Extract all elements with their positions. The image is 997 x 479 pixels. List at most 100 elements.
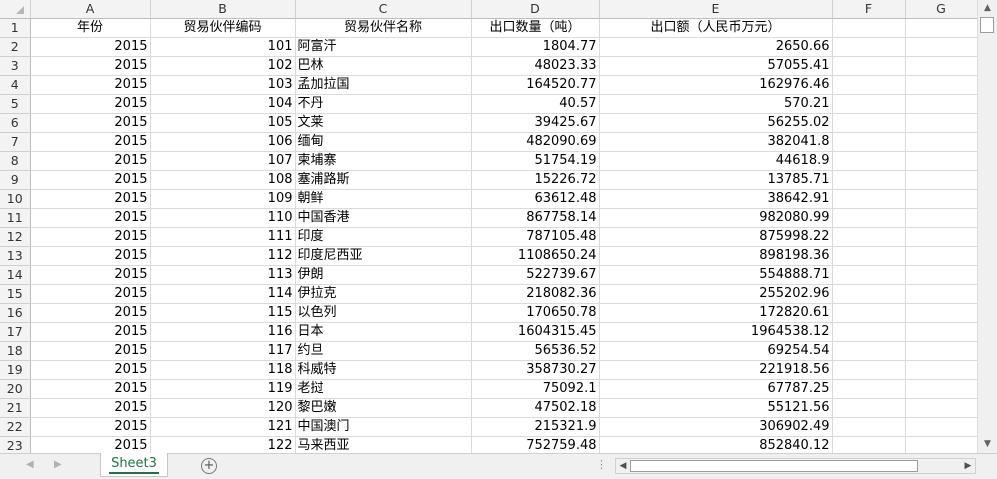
row-header[interactable]: 23 (0, 436, 31, 453)
cell[interactable]: 2015 (30, 56, 151, 76)
scroll-up-arrow-icon[interactable]: ▲ (980, 1, 995, 15)
cell[interactable] (905, 189, 977, 209)
cell[interactable] (832, 341, 906, 361)
cell[interactable]: 2015 (30, 37, 151, 57)
cell[interactable] (905, 151, 977, 171)
row-header[interactable]: 19 (0, 360, 31, 380)
cell[interactable]: 2015 (30, 417, 151, 437)
cell[interactable]: 2015 (30, 284, 151, 304)
cell[interactable]: 1108650.24 (471, 246, 600, 266)
cell[interactable]: 57055.41 (599, 56, 833, 76)
cell[interactable]: 51754.19 (471, 151, 600, 171)
cell[interactable]: 55121.56 (599, 398, 833, 418)
cell[interactable]: 110 (150, 208, 296, 228)
cell[interactable]: 102 (150, 56, 296, 76)
cell[interactable]: 119 (150, 379, 296, 399)
cell[interactable]: 69254.54 (599, 341, 833, 361)
sheet-tab-sheet3[interactable]: Sheet3 (100, 453, 168, 477)
cell[interactable]: 117 (150, 341, 296, 361)
cell[interactable]: 215321.9 (471, 417, 600, 437)
cell[interactable]: 120 (150, 398, 296, 418)
column-header-a[interactable]: A (30, 0, 151, 19)
cell[interactable]: 2015 (30, 398, 151, 418)
cell[interactable]: 44618.9 (599, 151, 833, 171)
row-header[interactable]: 4 (0, 75, 31, 95)
tab-splitter-handle-icon[interactable]: ⋮ (596, 458, 607, 471)
cell[interactable]: 科威特 (295, 360, 472, 380)
cell[interactable]: 482090.69 (471, 132, 600, 152)
cell[interactable]: 贸易伙伴名称 (295, 18, 472, 38)
cell[interactable]: 554888.71 (599, 265, 833, 285)
row-header[interactable]: 12 (0, 227, 31, 247)
cell[interactable]: 56255.02 (599, 113, 833, 133)
cell[interactable] (905, 284, 977, 304)
row-header[interactable]: 3 (0, 56, 31, 76)
cell[interactable]: 112 (150, 246, 296, 266)
cell[interactable]: 114 (150, 284, 296, 304)
cell[interactable] (832, 227, 906, 247)
cell[interactable]: 787105.48 (471, 227, 600, 247)
cell[interactable]: 2015 (30, 322, 151, 342)
cell[interactable]: 116 (150, 322, 296, 342)
row-header[interactable]: 17 (0, 322, 31, 342)
cell[interactable]: 118 (150, 360, 296, 380)
cell[interactable]: 752759.48 (471, 436, 600, 453)
scroll-left-arrow-icon[interactable]: ◀ (616, 459, 630, 473)
cell[interactable] (832, 436, 906, 453)
cell[interactable]: 104 (150, 94, 296, 114)
row-header[interactable]: 16 (0, 303, 31, 323)
cell[interactable]: 日本 (295, 322, 472, 342)
horizontal-scrollbar[interactable]: ◀ ▶ (615, 458, 976, 474)
row-header[interactable]: 13 (0, 246, 31, 266)
cell[interactable] (905, 56, 977, 76)
cell[interactable]: 306902.49 (599, 417, 833, 437)
cell[interactable]: 255202.96 (599, 284, 833, 304)
cell[interactable]: 106 (150, 132, 296, 152)
column-header-g[interactable]: G (905, 0, 977, 19)
cell[interactable] (832, 322, 906, 342)
cell[interactable]: 111 (150, 227, 296, 247)
cell[interactable] (905, 303, 977, 323)
column-header-c[interactable]: C (295, 0, 472, 19)
cell[interactable]: 2015 (30, 75, 151, 95)
cell[interactable]: 1604315.45 (471, 322, 600, 342)
cell[interactable] (832, 303, 906, 323)
cell[interactable]: 162976.46 (599, 75, 833, 95)
cell[interactable]: 2015 (30, 227, 151, 247)
cell[interactable]: 115 (150, 303, 296, 323)
row-header[interactable]: 5 (0, 94, 31, 114)
cell[interactable]: 出口额（人民币万元） (599, 18, 833, 38)
cell[interactable] (905, 322, 977, 342)
column-header-d[interactable]: D (471, 0, 600, 19)
cell[interactable]: 122 (150, 436, 296, 453)
row-header[interactable]: 1 (0, 18, 31, 38)
cell[interactable]: 382041.8 (599, 132, 833, 152)
cell[interactable] (832, 265, 906, 285)
scroll-down-arrow-icon[interactable]: ▼ (980, 437, 995, 451)
cell[interactable]: 105 (150, 113, 296, 133)
row-header[interactable]: 22 (0, 417, 31, 437)
cell[interactable]: 贸易伙伴编码 (150, 18, 296, 38)
cell[interactable]: 中国香港 (295, 208, 472, 228)
cell[interactable] (832, 170, 906, 190)
cell[interactable] (832, 189, 906, 209)
row-header[interactable]: 20 (0, 379, 31, 399)
cell[interactable]: 47502.18 (471, 398, 600, 418)
cell[interactable]: 朝鲜 (295, 189, 472, 209)
cell[interactable]: 13785.71 (599, 170, 833, 190)
cell[interactable] (905, 18, 977, 38)
cell[interactable] (905, 113, 977, 133)
cell[interactable]: 48023.33 (471, 56, 600, 76)
cell[interactable] (905, 341, 977, 361)
cell[interactable]: 年份 (30, 18, 151, 38)
cell[interactable] (832, 379, 906, 399)
vertical-scrollbar[interactable]: ▲ ▼ (977, 0, 997, 453)
row-header[interactable]: 2 (0, 37, 31, 57)
cell[interactable]: 38642.91 (599, 189, 833, 209)
cell[interactable]: 358730.27 (471, 360, 600, 380)
cell[interactable]: 2015 (30, 436, 151, 453)
column-header-b[interactable]: B (150, 0, 296, 19)
cell[interactable]: 15226.72 (471, 170, 600, 190)
cell[interactable]: 塞浦路斯 (295, 170, 472, 190)
row-header[interactable]: 6 (0, 113, 31, 133)
